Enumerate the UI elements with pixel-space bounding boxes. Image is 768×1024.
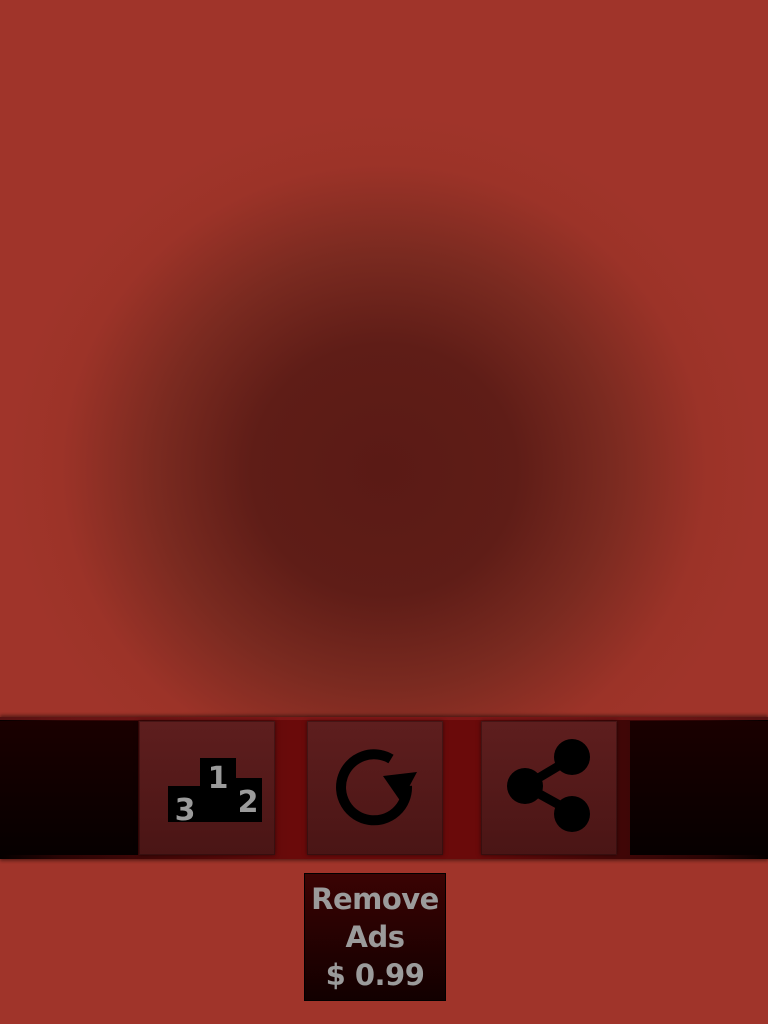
share-button[interactable] — [481, 721, 617, 855]
toolbar-left-cap — [0, 721, 138, 855]
restart-button[interactable] — [307, 721, 443, 855]
podium-third-number: 3 — [175, 793, 196, 828]
share-icon — [507, 739, 590, 832]
bottom-toolbar: 1 2 3 — [0, 717, 768, 859]
podium-icon: 1 2 3 — [168, 758, 262, 828]
remove-ads-button[interactable]: Remove Ads $ 0.99 — [304, 873, 446, 1001]
remove-ads-price: $ 0.99 — [325, 958, 425, 992]
podium-first-number: 1 — [208, 761, 229, 796]
restart-icon — [336, 749, 417, 826]
remove-ads-line1: Remove — [311, 882, 439, 916]
toolbar-right-cap — [630, 721, 768, 855]
podium-second-number: 2 — [238, 785, 259, 820]
leaderboard-button[interactable]: 1 2 3 — [139, 721, 275, 855]
remove-ads-line2: Ads — [345, 920, 405, 954]
